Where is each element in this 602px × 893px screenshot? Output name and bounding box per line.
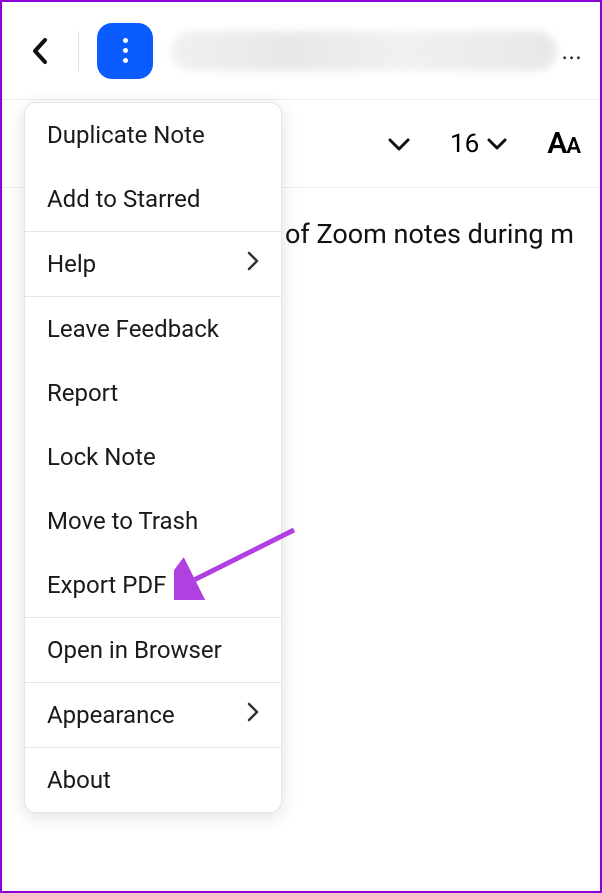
menu-item-label: Export PDF bbox=[47, 571, 166, 599]
menu-item-label: Add to Starred bbox=[47, 185, 200, 213]
chevron-down-icon bbox=[487, 131, 507, 156]
menu-item-lock-note[interactable]: Lock Note bbox=[25, 425, 281, 489]
title-ellipsis: ... bbox=[561, 36, 582, 66]
menu-item-help[interactable]: Help bbox=[25, 232, 281, 296]
menu-item-open-in-browser[interactable]: Open in Browser bbox=[25, 618, 281, 682]
chevron-down-icon bbox=[388, 138, 410, 152]
menu-item-leave-feedback[interactable]: Leave Feedback bbox=[25, 297, 281, 361]
chevron-right-icon bbox=[247, 251, 259, 277]
back-button[interactable] bbox=[20, 31, 60, 71]
text-format-button[interactable]: AA bbox=[547, 126, 580, 161]
menu-item-label: Report bbox=[47, 379, 118, 407]
font-size-value: 16 bbox=[450, 129, 479, 159]
menu-item-about[interactable]: About bbox=[25, 748, 281, 812]
more-options-menu: Duplicate Note Add to Starred Help Leave… bbox=[24, 102, 282, 813]
menu-item-label: Duplicate Note bbox=[47, 121, 205, 149]
menu-item-label: Appearance bbox=[47, 701, 175, 729]
menu-item-duplicate-note[interactable]: Duplicate Note bbox=[25, 103, 281, 167]
toolbar-dropdown[interactable] bbox=[388, 130, 410, 158]
header-divider bbox=[78, 31, 79, 71]
menu-item-label: Help bbox=[47, 250, 96, 278]
chevron-left-icon bbox=[31, 37, 49, 65]
font-size-selector[interactable]: 16 bbox=[450, 129, 507, 159]
menu-item-label: Lock Note bbox=[47, 443, 156, 471]
menu-item-label: Move to Trash bbox=[47, 507, 198, 535]
more-vertical-icon bbox=[123, 38, 128, 63]
menu-item-label: About bbox=[47, 766, 111, 794]
more-options-button[interactable] bbox=[97, 23, 153, 79]
menu-item-move-to-trash[interactable]: Move to Trash bbox=[25, 489, 281, 553]
text-size-icon: AA bbox=[547, 126, 580, 161]
menu-item-label: Open in Browser bbox=[47, 636, 222, 664]
menu-item-label: Leave Feedback bbox=[47, 315, 219, 343]
menu-item-appearance[interactable]: Appearance bbox=[25, 683, 281, 747]
menu-item-report[interactable]: Report bbox=[25, 361, 281, 425]
menu-item-add-to-starred[interactable]: Add to Starred bbox=[25, 167, 281, 231]
note-title-redacted bbox=[171, 31, 557, 71]
menu-item-export-pdf[interactable]: Export PDF bbox=[25, 553, 281, 617]
chevron-right-icon bbox=[247, 702, 259, 728]
